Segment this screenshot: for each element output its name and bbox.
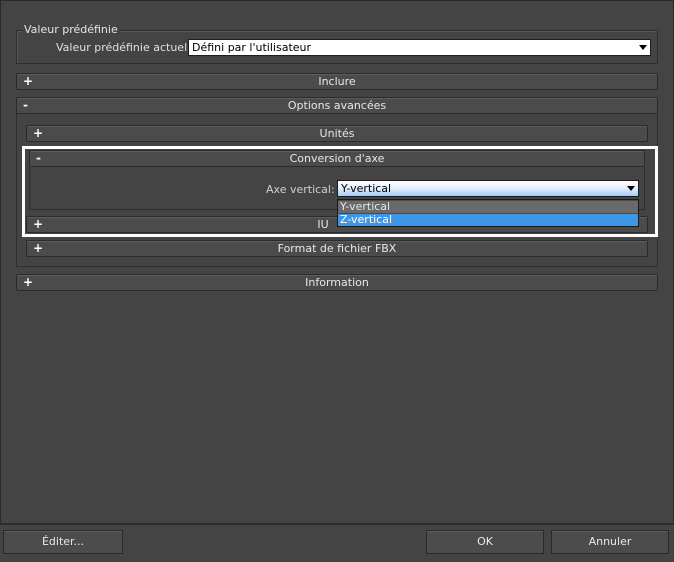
rollout-advanced[interactable]: - Options avancées — [16, 97, 658, 114]
rollout-units[interactable]: + Unités — [26, 125, 648, 142]
rollout-axis-conversion-title: Conversion d'axe — [289, 152, 385, 165]
vertical-axis-value: Y-vertical — [341, 182, 392, 195]
option-y-vertical[interactable]: Y-vertical — [338, 201, 638, 213]
cancel-button[interactable]: Annuler — [551, 530, 669, 554]
vertical-axis-options: Y-vertical Z-vertical — [337, 199, 639, 227]
rollout-fbx-format[interactable]: + Format de fichier FBX — [26, 240, 648, 257]
chevron-down-icon — [627, 186, 635, 191]
option-z-vertical[interactable]: Z-vertical — [338, 214, 638, 226]
edit-button[interactable]: Éditer... — [3, 530, 123, 554]
preset-current-label: Valeur prédéfinie actuelle: — [56, 41, 201, 54]
vertical-axis-dropdown[interactable]: Y-vertical — [337, 180, 639, 197]
ok-button[interactable]: OK — [426, 530, 544, 554]
vertical-axis-label: Axe vertical: — [266, 183, 335, 196]
chevron-down-icon — [639, 45, 647, 50]
rollout-information[interactable]: + Information — [16, 274, 658, 291]
rollout-fbx-format-title: Format de fichier FBX — [277, 242, 397, 255]
rollout-axis-conversion[interactable]: - Conversion d'axe — [29, 150, 645, 167]
preset-group-title: Valeur prédéfinie — [22, 23, 120, 36]
rollout-include-title: Inclure — [318, 75, 356, 88]
preset-dropdown-value: Défini par l'utilisateur — [192, 41, 312, 54]
rollout-include[interactable]: + Inclure — [16, 73, 658, 90]
rollout-units-title: Unités — [319, 127, 355, 140]
preset-dropdown[interactable]: Défini par l'utilisateur — [188, 39, 651, 56]
rollout-information-title: Information — [305, 276, 369, 289]
rollout-advanced-title: Options avancées — [287, 99, 387, 112]
